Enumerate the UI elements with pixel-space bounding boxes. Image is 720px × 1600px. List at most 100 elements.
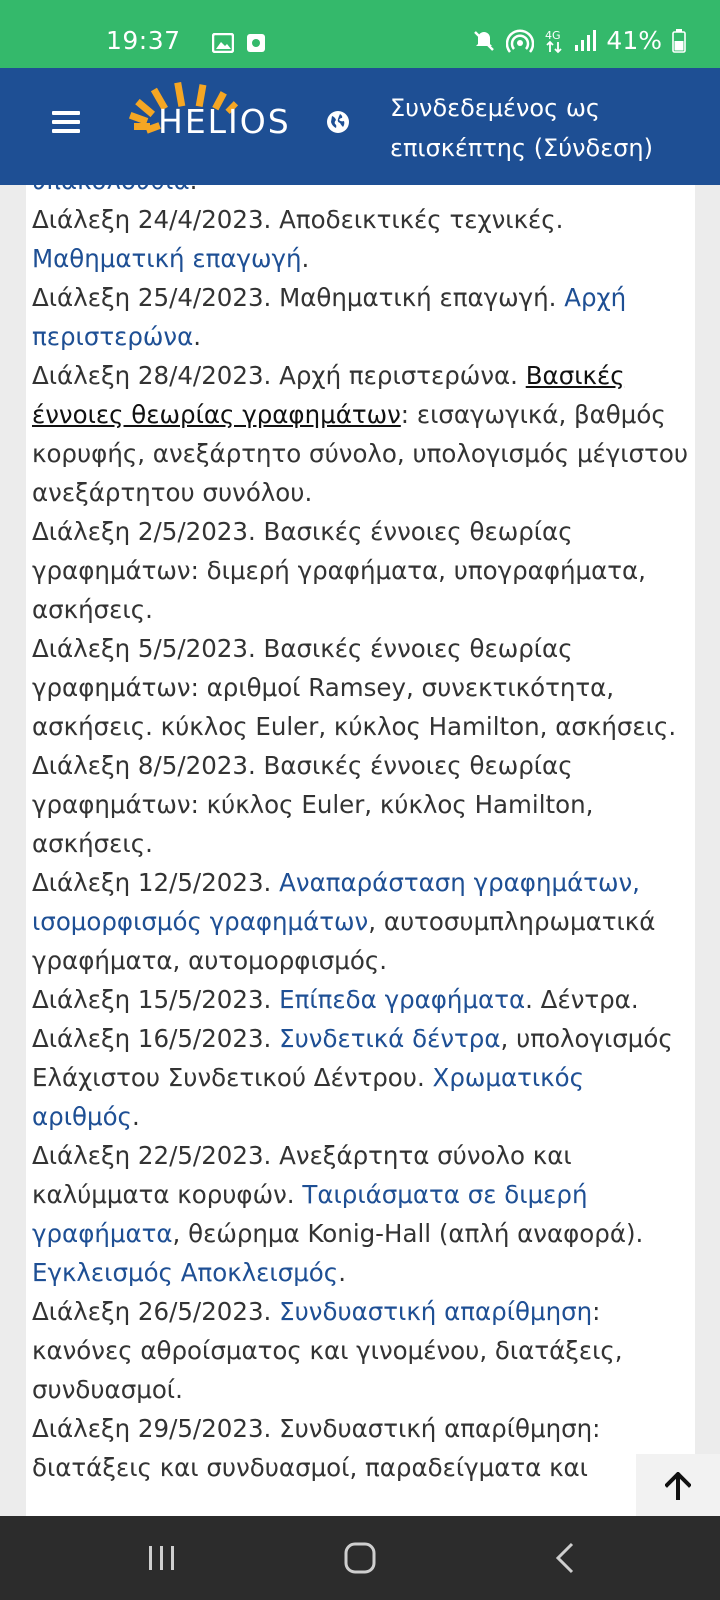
content-line: διατάξεις και συνδυασμοί, παραδείγματα κ… — [32, 1448, 692, 1487]
content-line: υπακολουθία. — [32, 185, 692, 200]
mute-icon — [474, 30, 495, 51]
lecture-text: Διάλεξη 29/5/2023. Συνδυαστική απαρίθμησ… — [32, 1414, 601, 1443]
topic-link[interactable]: αριθμός — [32, 1102, 132, 1131]
content-line: κορυφής, ανεξάρτητο σύνολο, υπολογισμός … — [32, 434, 692, 473]
content-line: κανόνες αθροίσματος και γινομένου, διατά… — [32, 1331, 692, 1370]
content-line: περιστερώνα. — [32, 317, 692, 356]
globe-icon[interactable] — [326, 110, 350, 134]
topic-link[interactable]: ισομορφισμός γραφημάτων — [32, 907, 368, 936]
topic-link[interactable]: Εγκλεισμός Αποκλεισμός — [32, 1258, 338, 1287]
home-icon[interactable] — [340, 1538, 380, 1578]
battery-icon — [672, 28, 686, 53]
content-line: ασκήσεις. — [32, 590, 692, 629]
lecture-text: Διάλεξη 16/5/2023. — [32, 1024, 280, 1053]
lecture-text: γραφημάτων: διμερή γραφήματα, υπογραφήμα… — [32, 556, 646, 585]
lecture-text: διατάξεις και συνδυασμοί, παραδείγματα κ… — [32, 1453, 588, 1482]
lecture-text: Διάλεξη 26/5/2023. — [32, 1297, 280, 1326]
image-icon — [212, 33, 234, 53]
lecture-text: Διάλεξη 15/5/2023. — [32, 985, 280, 1014]
content-line: ισομορφισμός γραφημάτων, αυτοσυμπληρωματ… — [32, 902, 692, 941]
topic-link[interactable]: Μαθηματική επαγωγή — [32, 244, 302, 273]
back-icon[interactable] — [546, 1538, 586, 1578]
lecture-text: . — [131, 1102, 140, 1131]
topic-link[interactable]: γραφήματα — [32, 1219, 173, 1248]
topic-link[interactable]: Αναπαράσταση γραφημάτων, — [279, 868, 640, 897]
content-line: Διάλεξη 22/5/2023. Ανεξάρτητα σύνολο και — [32, 1136, 692, 1175]
content-line: Διάλεξη 16/5/2023. Συνδετικά δέντρα, υπο… — [32, 1019, 692, 1058]
login-status-link[interactable]: Συνδεδεμένος ως επισκέπτης (Σύνδεση) — [390, 88, 690, 168]
signal-icon — [575, 29, 597, 51]
topic-link[interactable]: Βασικές — [526, 361, 625, 390]
content-line: ασκήσεις. — [32, 824, 692, 863]
lecture-text: Διάλεξη 12/5/2023. — [32, 868, 280, 897]
content-line: ανεξάρτητου συνόλου. — [32, 473, 692, 512]
lecture-text: : — [592, 1297, 601, 1326]
content-line: Εγκλεισμός Αποκλεισμός. — [32, 1253, 692, 1292]
content-line: Διάλεξη 26/5/2023. Συνδυαστική απαρίθμησ… — [32, 1292, 692, 1331]
lecture-text: Διάλεξη 22/5/2023. Ανεξάρτητα σύνολο και — [32, 1141, 572, 1170]
lecture-text: ασκήσεις. — [32, 595, 153, 624]
lecture-text: κορυφής, ανεξάρτητο σύνολο, υπολογισμός … — [32, 439, 689, 468]
lecture-text: Διάλεξη 2/5/2023. Βασικές έννοιες θεωρία… — [32, 517, 573, 546]
logo-text: HELIOS — [158, 102, 291, 141]
content-line: γραφημάτων: διμερή γραφήματα, υπογραφήμα… — [32, 551, 692, 590]
lecture-text: Διάλεξη 25/4/2023. Μαθηματική επαγωγή. — [32, 283, 565, 312]
content-line: έννοιες θεωρίας γραφημάτων: εισαγωγικά, … — [32, 395, 692, 434]
lecture-list: υπακολουθία. Διάλεξη 24/4/2023. Αποδεικτι… — [32, 185, 692, 1487]
content-line: Μαθηματική επαγωγή. — [32, 239, 692, 278]
content-line: συνδυασμοί. — [32, 1370, 692, 1409]
lecture-text: , θεώρημα Konig-Hall (απλή αναφορά). — [172, 1219, 644, 1248]
content-line: αριθμός. — [32, 1097, 692, 1136]
lecture-text: ασκήσεις. — [32, 829, 153, 858]
content-line: ασκήσεις. κύκλος Euler, κύκλος Hamilton,… — [32, 707, 692, 746]
topic-link[interactable]: έννοιες θεωρίας γραφημάτων — [32, 400, 401, 429]
topic-link[interactable]: περιστερώνα — [32, 322, 193, 351]
hamburger-menu-button[interactable] — [52, 111, 80, 137]
lecture-text: . — [193, 322, 202, 351]
course-content: υπακολουθία. Διάλεξη 24/4/2023. Αποδεικτι… — [26, 185, 695, 1516]
app-header: HELIOS Συνδεδεμένος ως επισκέπτης (Σύνδε… — [0, 68, 720, 185]
lecture-text: , υπολογισμός — [500, 1024, 673, 1053]
status-time: 19:37 — [106, 26, 181, 55]
lecture-text: ασκήσεις. κύκλος Euler, κύκλος Hamilton,… — [32, 712, 677, 741]
content-line: Διάλεξη 24/4/2023. Αποδεικτικές τεχνικές… — [32, 200, 692, 239]
screenshot-icon — [247, 34, 265, 52]
lecture-text: συνδυασμοί. — [32, 1375, 183, 1404]
lecture-text: γραφημάτων: αριθμοί Ramsey, συνεκτικότητ… — [32, 673, 615, 702]
svg-text:4G: 4G — [545, 29, 561, 42]
scroll-to-top-button[interactable] — [636, 1454, 720, 1518]
content-line: γραφήματα, θεώρημα Konig-Hall (απλή αναφ… — [32, 1214, 692, 1253]
topic-link[interactable]: Επίπεδα γραφήματα — [279, 985, 525, 1014]
lecture-text: . Δέντρα. — [525, 985, 639, 1014]
topic-link[interactable]: Συνδετικά δέντρα — [279, 1024, 500, 1053]
lecture-text: καλύμματα κορυφών. — [32, 1180, 303, 1209]
content-line: γραφημάτων: αριθμοί Ramsey, συνεκτικότητ… — [32, 668, 692, 707]
lecture-text: . — [190, 185, 198, 195]
lecture-text: γραφημάτων: κύκλος Euler, κύκλος Hamilto… — [32, 790, 594, 819]
content-line: Διάλεξη 28/4/2023. Αρχή περιστερώνα. Βασ… — [32, 356, 692, 395]
lecture-text: Διάλεξη 28/4/2023. Αρχή περιστερώνα. — [32, 361, 526, 390]
system-nav-bar — [0, 1516, 720, 1600]
topic-link[interactable]: Ταιριάσματα σε διμερή — [302, 1180, 587, 1209]
lecture-text: Διάλεξη 24/4/2023. Αποδεικτικές τεχνικές… — [32, 205, 564, 234]
recents-icon[interactable] — [142, 1538, 182, 1578]
topic-link[interactable]: υπακολουθία — [32, 185, 190, 195]
lecture-text: Διάλεξη 8/5/2023. Βασικές έννοιες θεωρία… — [32, 751, 573, 780]
content-line: Διάλεξη 15/5/2023. Επίπεδα γραφήματα. Δέ… — [32, 980, 692, 1019]
status-bar: 19:37 4G 41% — [0, 0, 720, 68]
hotspot-icon — [506, 28, 535, 53]
topic-link[interactable]: Συνδυαστική απαρίθμηση — [279, 1297, 592, 1326]
lecture-text: , αυτοσυμπληρωματικά — [368, 907, 656, 936]
topic-link[interactable]: Αρχή — [564, 283, 626, 312]
content-line: Διάλεξη 25/4/2023. Μαθηματική επαγωγή. Α… — [32, 278, 692, 317]
content-line: Διάλεξη 5/5/2023. Βασικές έννοιες θεωρία… — [32, 629, 692, 668]
content-line: γραφήματα, αυτομορφισμός. — [32, 941, 692, 980]
lecture-text: . — [301, 244, 310, 273]
topic-link[interactable]: Χρωματικός — [433, 1063, 584, 1092]
content-line: Διάλεξη 12/5/2023. Αναπαράσταση γραφημάτ… — [32, 863, 692, 902]
lecture-text: : εισαγωγικά, βαθμός — [400, 400, 666, 429]
lecture-text: ανεξάρτητου συνόλου. — [32, 478, 313, 507]
lecture-text: κανόνες αθροίσματος και γινομένου, διατά… — [32, 1336, 623, 1365]
lecture-text: . — [338, 1258, 346, 1287]
content-line: Διάλεξη 29/5/2023. Συνδυαστική απαρίθμησ… — [32, 1409, 692, 1448]
